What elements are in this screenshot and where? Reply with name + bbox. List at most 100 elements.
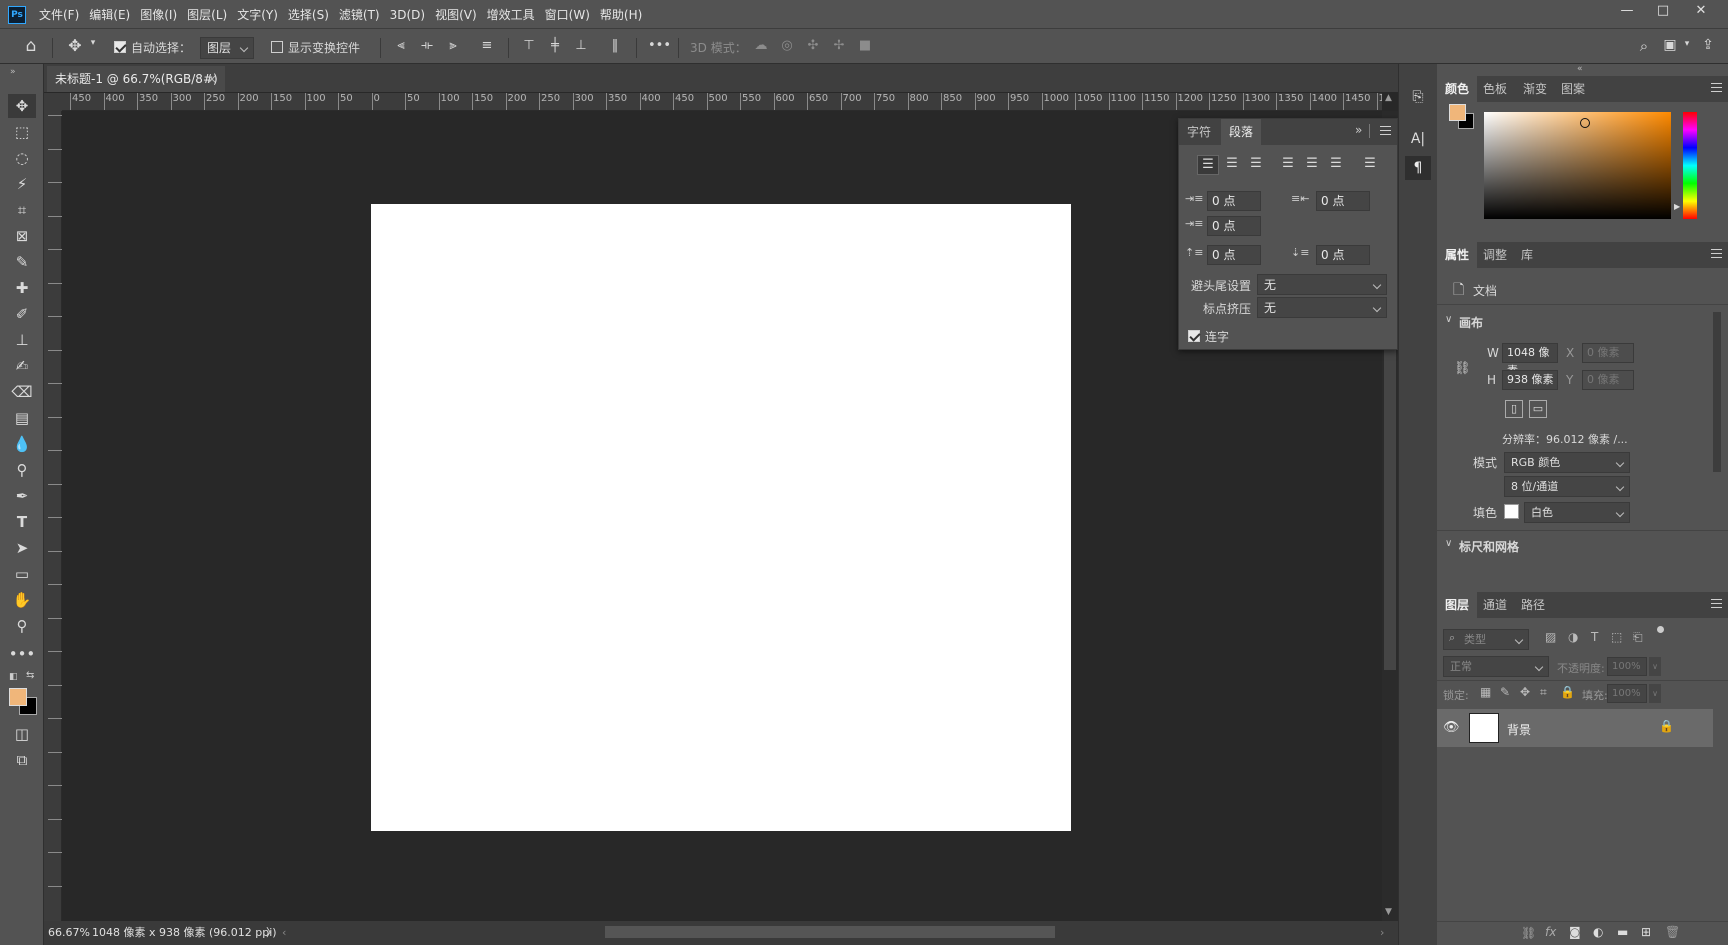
fill-dropdown[interactable]: 白色	[1524, 502, 1630, 523]
scroll-left-icon[interactable]: ‹	[282, 921, 286, 945]
rulers-section-chevron-icon[interactable]: ∨	[1445, 538, 1452, 549]
menu-item-3[interactable]: 图层(L)	[182, 6, 232, 23]
link-icon[interactable]: ⛓	[1521, 926, 1536, 940]
maximize-button[interactable]: □	[1646, 0, 1680, 22]
filter-smart-object-icon[interactable]: ⎗	[1633, 630, 1643, 645]
new-layer-icon[interactable]: ⊞	[1641, 925, 1651, 939]
share-icon[interactable]: ⇪	[1698, 37, 1718, 57]
menu-item-2[interactable]: 图像(I)	[135, 6, 182, 23]
zoom-tool-icon[interactable]: ⚲	[8, 614, 36, 638]
mask-icon[interactable]: ◙	[1569, 925, 1581, 939]
tab-channels[interactable]: 通道	[1475, 592, 1515, 618]
layer-filter-dropdown[interactable]: 类型	[1443, 629, 1529, 650]
indent-left-field[interactable]: 0 点	[1207, 191, 1261, 211]
vertical-scroll-thumb[interactable]	[1384, 350, 1396, 670]
panel-foreground-swatch[interactable]	[1449, 104, 1466, 121]
bit-depth-dropdown[interactable]: 8 位/通道	[1504, 476, 1630, 497]
type-tool-icon[interactable]: T	[8, 510, 36, 534]
align-vertical-centers-icon[interactable]: ╪	[546, 38, 564, 56]
scroll-down-icon[interactable]: ▼	[1385, 907, 1392, 917]
align-left-edges-icon[interactable]: ⫷	[392, 38, 410, 56]
canvas-section-chevron-icon[interactable]: ∨	[1445, 314, 1452, 325]
magic-wand-tool-icon[interactable]: ⚡	[8, 172, 36, 196]
landscape-orientation-icon[interactable]: ▭	[1529, 400, 1547, 418]
space-after-field[interactable]: 0 点	[1316, 245, 1370, 265]
document-tab[interactable]: 未标题-1 @ 66.7%(RGB/8#) ×	[47, 66, 225, 92]
properties-panel-menu-icon[interactable]	[1711, 249, 1722, 258]
filter-shape-icon[interactable]: ⬚	[1611, 630, 1622, 644]
menu-item-6[interactable]: 滤镜(T)	[334, 6, 385, 23]
color-panel-menu-icon[interactable]	[1711, 83, 1722, 92]
workspace-chevron-icon[interactable]: ▾	[1682, 39, 1692, 55]
eyedropper-tool-icon[interactable]: ✎	[8, 250, 36, 274]
filter-adjustment-icon[interactable]: ◑	[1568, 630, 1578, 644]
close-button[interactable]: ✕	[1684, 0, 1718, 22]
paragraph-panel-icon[interactable]: ¶	[1405, 156, 1431, 180]
chevron-down-icon[interactable]: ▾	[88, 38, 98, 56]
pen-tool-icon[interactable]: ✒	[8, 484, 36, 508]
justify-last-left-icon[interactable]: ☰	[1277, 155, 1299, 175]
path-selection-tool-icon[interactable]: ➤	[8, 536, 36, 560]
color-mode-dropdown[interactable]: RGB 颜色	[1504, 452, 1630, 473]
show-transform-checkbox[interactable]	[271, 41, 283, 53]
frame-tool-icon[interactable]: ⊠	[8, 224, 36, 248]
trash-icon[interactable]: 🗑	[1665, 925, 1680, 939]
menu-item-8[interactable]: 视图(V)	[430, 6, 482, 23]
marquee-tool-icon[interactable]: ⬚	[8, 120, 36, 144]
indent-first-line-field[interactable]: 0 点	[1207, 216, 1261, 236]
move-tool-icon[interactable]: ✥	[8, 94, 36, 118]
scroll-up-icon[interactable]: ▲	[1385, 93, 1392, 103]
tab-libraries[interactable]: 库	[1513, 242, 1541, 268]
tab-properties[interactable]: 属性	[1437, 242, 1478, 268]
eraser-tool-icon[interactable]: ⌫	[8, 380, 36, 404]
clone-stamp-tool-icon[interactable]: ⊥	[8, 328, 36, 352]
auto-select-checkbox[interactable]	[114, 41, 126, 53]
more-options-button[interactable]: •••	[648, 38, 671, 53]
rulers-section-title[interactable]: 标尺和网格	[1459, 538, 1519, 555]
collapse-right-panels-icon[interactable]: «	[1577, 64, 1583, 74]
lock-all-icon[interactable]: 🔒	[1560, 685, 1575, 699]
tab-gradients[interactable]: 渐变	[1515, 76, 1555, 102]
adjustment-icon[interactable]: ◐	[1593, 925, 1603, 939]
canvas[interactable]	[371, 204, 1071, 831]
menu-item-11[interactable]: 帮助(H)	[595, 6, 647, 23]
hue-slider[interactable]	[1683, 112, 1697, 219]
panel-menu-icon[interactable]	[1380, 126, 1391, 135]
justify-last-center-icon[interactable]: ☰	[1301, 155, 1323, 175]
menu-item-10[interactable]: 窗口(W)	[540, 6, 595, 23]
hand-tool-icon[interactable]: ✋	[8, 588, 36, 612]
align-left-text-icon[interactable]: ☰	[1197, 155, 1219, 175]
indent-right-field[interactable]: 0 点	[1316, 191, 1370, 211]
layer-row[interactable]: 👁 背景 🔒	[1437, 709, 1713, 747]
minimize-button[interactable]: —	[1610, 0, 1644, 22]
distribute-horizontal-icon[interactable]: ‖	[606, 38, 624, 56]
filter-toggle-icon[interactable]	[1657, 626, 1664, 633]
collapse-toolbar-icon[interactable]: »	[10, 67, 16, 77]
home-icon[interactable]: ⌂	[20, 36, 42, 58]
auto-select-target-dropdown[interactable]: 图层	[200, 37, 254, 59]
dodge-tool-icon[interactable]: ⚲	[8, 458, 36, 482]
menu-item-5[interactable]: 选择(S)	[283, 6, 334, 23]
justify-all-icon[interactable]: ☰	[1359, 155, 1381, 175]
tab-swatches[interactable]: 色板	[1475, 76, 1515, 102]
menu-item-1[interactable]: 编辑(E)	[84, 6, 135, 23]
character-panel-icon[interactable]: A|	[1405, 126, 1431, 152]
history-panel-icon[interactable]: ⎘	[1405, 84, 1431, 110]
collapse-panel-icon[interactable]: »	[1355, 123, 1362, 137]
lock-image-icon[interactable]: ✎	[1500, 685, 1510, 699]
canvas-section-title[interactable]: 画布	[1459, 314, 1483, 331]
menu-item-9[interactable]: 增效工具	[482, 6, 540, 23]
close-tab-icon[interactable]: ×	[207, 66, 217, 92]
tab-color[interactable]: 颜色	[1437, 76, 1478, 102]
status-info-menu-icon[interactable]: 〉	[266, 921, 277, 945]
menu-item-0[interactable]: 文件(F)	[34, 6, 84, 23]
tab-character[interactable]: 字符	[1179, 119, 1219, 145]
color-picker-cursor[interactable]	[1580, 118, 1590, 128]
more-tools-icon[interactable]: •••	[8, 642, 36, 666]
portrait-orientation-icon[interactable]: ▯	[1505, 400, 1523, 418]
brush-tool-icon[interactable]: ✐	[8, 302, 36, 326]
folder-icon[interactable]: ▬	[1617, 925, 1628, 939]
horizontal-scroll-thumb[interactable]	[605, 926, 1055, 938]
menu-item-7[interactable]: 3D(D)	[385, 8, 430, 22]
search-icon[interactable]: ⌕	[1634, 37, 1654, 57]
